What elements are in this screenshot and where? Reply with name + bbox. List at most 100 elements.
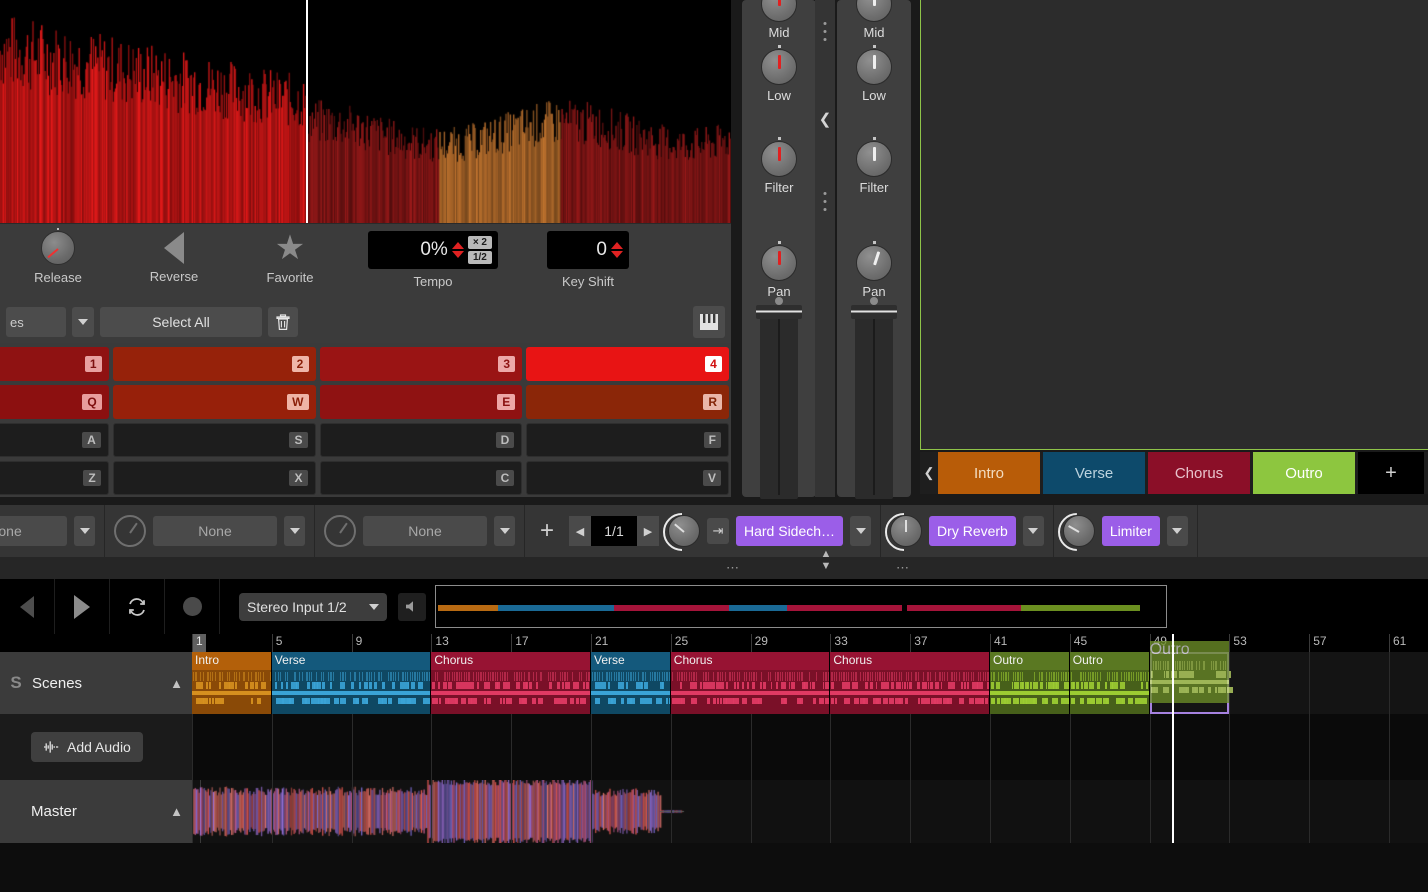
channel-a-mid-control[interactable]: Mid — [742, 0, 816, 40]
filter-knob[interactable] — [856, 141, 892, 177]
chevron-up-icon[interactable]: ▲ — [170, 676, 183, 691]
ruler-bar-41[interactable]: 41 — [990, 634, 1070, 652]
select-all-button[interactable]: Select All — [100, 307, 262, 337]
filter-knob[interactable] — [761, 141, 797, 177]
drag-dots-icon-top[interactable] — [824, 22, 827, 41]
channel-b-pan-control[interactable]: Pan — [837, 245, 911, 299]
channel-b-volume-fader[interactable] — [851, 299, 897, 499]
pad-q[interactable]: Q — [0, 385, 109, 419]
fx-slot-6-name[interactable]: Limiter — [1102, 516, 1160, 546]
fx-page-prev[interactable]: ◀ — [569, 516, 591, 546]
ruler-bar-13[interactable]: 13 — [431, 634, 511, 652]
channel-a-filter-control[interactable]: Filter — [742, 141, 816, 195]
low-knob[interactable] — [856, 49, 892, 85]
pad-z[interactable]: Z — [0, 461, 109, 495]
ruler-bar-1[interactable]: 1 — [192, 634, 206, 652]
panel-resize-chevrons[interactable]: ▲▼ — [818, 548, 834, 572]
mid-knob[interactable] — [761, 0, 797, 22]
channel-b-low-control[interactable]: Low — [837, 49, 911, 103]
fx-slot-6-dropdown[interactable] — [1167, 516, 1188, 546]
fx-slot-5-dropdown[interactable] — [1023, 516, 1044, 546]
scene-tab-verse[interactable]: Verse — [1043, 452, 1145, 494]
add-scene-button[interactable]: + — [1358, 452, 1424, 494]
kit-select[interactable]: es — [6, 307, 66, 337]
fx-slot-5-knob[interactable] — [890, 515, 922, 547]
ruler-bar-5[interactable]: 5 — [272, 634, 352, 652]
pad-c[interactable]: C — [320, 461, 523, 495]
key-shift-field[interactable]: 0 — [547, 231, 629, 269]
add-fx-button[interactable]: + — [525, 517, 569, 545]
pad-w[interactable]: W — [113, 385, 316, 419]
tempo-multiplier[interactable]: × 2 1/2 — [468, 236, 492, 264]
kit-select-caret[interactable] — [72, 307, 94, 337]
pad-x[interactable]: X — [113, 461, 316, 495]
scenes-track-header[interactable]: S Scenes ▲ — [0, 652, 192, 714]
panel-divider[interactable]: ⋯ ⋯ — [0, 557, 1428, 579]
channel-b-filter-control[interactable]: Filter — [837, 141, 911, 195]
scenes-lane[interactable]: IntroVerseChorusVerseChorusChorusOutroOu… — [192, 652, 1428, 714]
pad-f[interactable]: F — [526, 423, 729, 457]
fx-slot-4-knob[interactable] — [668, 515, 700, 547]
clip-outro-45[interactable]: Outro — [1070, 652, 1150, 714]
ruler-bar-9[interactable]: 9 — [352, 634, 432, 652]
ruler-bar-37[interactable]: 37 — [910, 634, 990, 652]
fx-slot-2-knob[interactable] — [114, 515, 146, 547]
master-lane[interactable] — [192, 780, 1428, 843]
chevron-up-icon[interactable]: ▲ — [170, 804, 183, 819]
pad-2[interactable]: 2 — [113, 347, 316, 381]
key-shift-control[interactable]: 0 Key Shift — [518, 224, 658, 289]
fx-slot-3-name[interactable]: None — [363, 516, 487, 546]
loop-button[interactable] — [110, 579, 165, 634]
ruler-bar-57[interactable]: 57 — [1309, 634, 1389, 652]
clip-verse-5[interactable]: Verse — [272, 652, 432, 714]
channel-a-volume-fader[interactable] — [756, 299, 802, 499]
clip-intro-1[interactable]: Intro — [192, 652, 272, 714]
tempo-double-button[interactable]: × 2 — [468, 236, 492, 249]
pad-e[interactable]: E — [320, 385, 523, 419]
pad-a[interactable]: A — [0, 423, 109, 457]
release-knob[interactable] — [41, 231, 75, 265]
release-control[interactable]: Release — [0, 224, 116, 285]
tempo-field[interactable]: 0% × 2 1/2 — [368, 231, 498, 269]
pan-knob[interactable] — [856, 245, 892, 281]
fx-slot-1-name[interactable]: None — [0, 516, 67, 546]
rewind-button[interactable] — [0, 579, 55, 634]
pad-1[interactable]: 1 — [0, 347, 109, 381]
channel-a-low-control[interactable]: Low — [742, 49, 816, 103]
channel-b-mid-control[interactable]: Mid — [837, 0, 911, 40]
fx-slot-4-dropdown[interactable] — [850, 516, 871, 546]
fx-slot-1-dropdown[interactable] — [74, 516, 95, 546]
drag-dots-icon-bottom[interactable] — [824, 192, 827, 211]
scene-editor-pane[interactable]: Add Drums Add Sample — [920, 0, 1428, 450]
ruler-bar-33[interactable]: 33 — [830, 634, 910, 652]
ruler-bar-25[interactable]: 25 — [671, 634, 751, 652]
fx-page-next[interactable]: ▶ — [637, 516, 659, 546]
audio-lane[interactable] — [192, 714, 1428, 780]
record-button[interactable] — [165, 579, 220, 634]
arrangement-minimap[interactable] — [435, 585, 1167, 628]
piano-keys-icon[interactable] — [693, 306, 725, 338]
fx-slot-3-knob[interactable] — [324, 515, 356, 547]
ruler-bar-21[interactable]: 21 — [591, 634, 671, 652]
scene-tab-intro[interactable]: Intro — [938, 452, 1040, 494]
scenes-solo-button[interactable]: S — [0, 673, 32, 693]
tempo-control[interactable]: 0% × 2 1/2 Tempo — [348, 224, 518, 289]
scene-tab-chorus[interactable]: Chorus — [1148, 452, 1250, 494]
fx-slot-2-dropdown[interactable] — [284, 516, 305, 546]
ruler-bar-61[interactable]: 61 — [1389, 634, 1428, 652]
favorite-control[interactable]: ★ Favorite — [232, 224, 348, 285]
clip-chorus-25[interactable]: Chorus — [671, 652, 831, 714]
audio-input-select[interactable]: Stereo Input 1/2 — [239, 593, 387, 621]
reverse-control[interactable]: Reverse — [116, 224, 232, 284]
dragged-clip[interactable]: Outro — [1150, 641, 1230, 703]
channel-a-pan-control[interactable]: Pan — [742, 245, 816, 299]
pan-knob[interactable] — [761, 245, 797, 281]
sample-waveform-display[interactable] — [0, 0, 731, 223]
fx-slot-2-name[interactable]: None — [153, 516, 277, 546]
ruler-bar-29[interactable]: 29 — [751, 634, 831, 652]
ruler-bar-53[interactable]: 53 — [1229, 634, 1309, 652]
add-audio-button[interactable]: Add Audio — [31, 732, 143, 762]
pad-r[interactable]: R — [526, 385, 729, 419]
pad-4[interactable]: 4 — [526, 347, 729, 381]
fx-slot-4-name[interactable]: Hard Sidech… — [736, 516, 843, 546]
